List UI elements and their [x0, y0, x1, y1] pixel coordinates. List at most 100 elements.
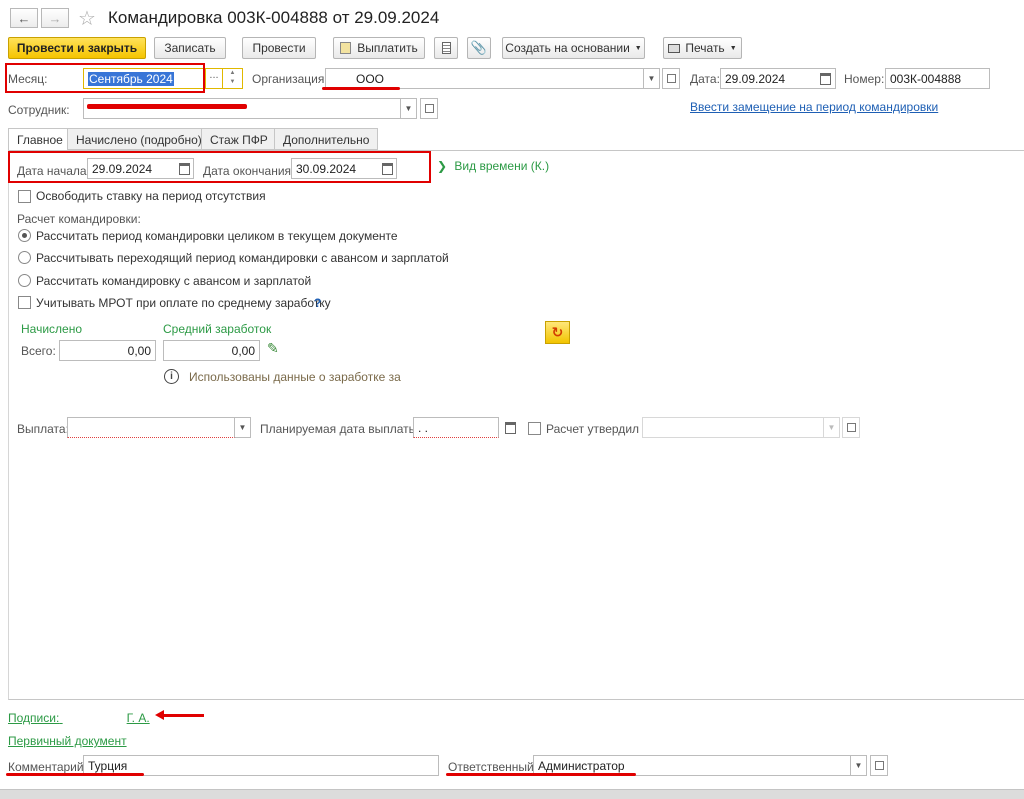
approved-by-open-button[interactable] [842, 417, 860, 438]
annotation-box-dates [8, 151, 431, 183]
employee-label: Сотрудник: [8, 103, 70, 117]
pay-button[interactable]: Выплатить [333, 37, 425, 59]
refresh-button[interactable]: ↻ [545, 321, 570, 344]
annotation-underline-org [322, 87, 400, 90]
calc-option-label: Рассчитывать переходящий период командир… [36, 251, 449, 265]
help-icon[interactable]: ? [314, 296, 321, 310]
calc-option-radio[interactable] [18, 251, 31, 264]
calc-option-radio[interactable] [18, 229, 31, 242]
time-type-label: Вид времени (К.) [454, 159, 550, 173]
employee-dropdown[interactable]: ▼ [401, 98, 417, 119]
annotation-box-month [5, 63, 205, 93]
stepper-down-icon: ▼ [229, 79, 236, 85]
chevron-down-icon: ▼ [827, 423, 836, 432]
attach-button[interactable]: 📎 [467, 37, 491, 59]
tab-pfr-experience[interactable]: Стаж ПФР [201, 128, 277, 150]
responsible-label: Ответственный: [448, 760, 538, 774]
post-and-close-button[interactable]: Провести и закрыть [8, 37, 146, 59]
month-select-button[interactable]: ... [206, 68, 223, 89]
organization-open-button[interactable] [662, 68, 680, 89]
time-type-link[interactable]: ❯ Вид времени (К.) [437, 159, 549, 173]
approved-checkbox[interactable] [528, 422, 541, 435]
mrot-label: Учитывать МРОТ при оплате по среднему за… [36, 296, 331, 310]
tab-main[interactable]: Главное [8, 128, 72, 151]
create-based-on-label: Создать на основании [505, 41, 630, 55]
chevron-down-icon: ▼ [854, 761, 863, 770]
payment-dropdown[interactable]: ▼ [235, 417, 251, 438]
accrued-title: Начислено [21, 322, 83, 336]
calc-option-label: Рассчитать период командировки целиком в… [36, 229, 398, 243]
average-earnings-title: Средний заработок [163, 322, 272, 336]
number-label: Номер: [844, 72, 885, 86]
responsible-dropdown[interactable]: ▼ [851, 755, 867, 776]
pay-icon [340, 42, 352, 54]
create-based-on-button[interactable]: Создать на основании ▼ [502, 37, 645, 59]
organization-label: Организация: [252, 72, 328, 86]
chevron-down-icon: ▼ [404, 104, 413, 113]
organization-field[interactable]: ООО [325, 68, 644, 89]
tab-accrued-detailed[interactable]: Начислено (подробно) [67, 128, 211, 150]
total-label: Всего: [21, 344, 56, 358]
print-button[interactable]: Печать ▼ [663, 37, 742, 59]
annotation-redact-employee [87, 104, 247, 109]
print-label: Печать [685, 41, 725, 55]
comment-label: Комментарий: [8, 760, 87, 774]
page-title: Командировка 003К-004888 от 29.09.2024 [108, 8, 440, 27]
annotation-underline-responsible [446, 773, 636, 776]
month-stepper[interactable]: ▲ ▼ [223, 68, 243, 89]
responsible-open-button[interactable] [870, 755, 888, 776]
calc-option-radio[interactable] [18, 274, 31, 287]
substitution-link[interactable]: Ввести замещение на период командировки [690, 100, 938, 114]
employee-open-button[interactable] [420, 98, 438, 119]
payment-label: Выплата: [17, 422, 69, 436]
payment-field[interactable] [67, 417, 235, 438]
arrow-left-icon: ← [17, 10, 31, 26]
signatures-label: Подписи: [8, 711, 60, 725]
list-button[interactable] [434, 37, 458, 59]
printer-icon [668, 43, 681, 53]
free-rate-checkbox[interactable] [18, 190, 31, 203]
forward-button[interactable]: → [41, 8, 69, 28]
approved-label: Расчет утвердил [546, 422, 640, 436]
annotation-arrow-line [160, 714, 204, 717]
pencil-icon[interactable]: ✎ [267, 340, 279, 357]
chevron-down-icon: ▼ [634, 44, 642, 52]
chevron-down-icon: ▼ [647, 74, 656, 83]
average-earnings-field[interactable]: 0,00 [163, 340, 260, 361]
favorite-star-icon[interactable]: ☆ [78, 6, 96, 31]
calendar-icon[interactable] [816, 69, 834, 88]
planned-date-label: Планируемая дата выплаты: [260, 422, 421, 436]
info-icon: i [164, 369, 179, 384]
calendar-icon[interactable] [501, 418, 519, 437]
arrow-right-icon: → [48, 10, 62, 26]
status-strip [0, 789, 1024, 799]
total-field[interactable]: 0,00 [59, 340, 156, 361]
refresh-icon: ↻ [551, 324, 564, 340]
free-rate-label: Освободить ставку на период отсутствия [36, 189, 266, 203]
signatures-link[interactable]: Подписи: Г. А. [8, 711, 150, 725]
mrot-checkbox[interactable] [18, 296, 31, 309]
document-list-icon [441, 42, 451, 54]
back-button[interactable]: ← [10, 8, 38, 28]
annotation-arrow-head [155, 710, 164, 720]
stepper-up-icon: ▲ [229, 70, 236, 76]
approved-by-dropdown[interactable]: ▼ [824, 417, 840, 438]
save-button[interactable]: Записать [154, 37, 226, 59]
pay-label: Выплатить [357, 41, 418, 55]
approved-by-field[interactable] [642, 417, 824, 438]
info-text: Использованы данные о заработке за [189, 370, 401, 384]
primary-document-link[interactable]: Первичный документ [8, 734, 127, 748]
calc-option-label: Рассчитать командировку с авансом и зарп… [36, 274, 312, 288]
organization-dropdown[interactable]: ▼ [644, 68, 660, 89]
chevron-down-icon: ▼ [729, 44, 737, 52]
annotation-underline-comment [6, 773, 144, 776]
calc-title: Расчет командировки: [17, 212, 141, 226]
chevron-right-icon: ❯ [437, 159, 448, 173]
tab-additional[interactable]: Дополнительно [274, 128, 379, 150]
planned-date-field[interactable]: . . [413, 417, 499, 438]
date-label: Дата: [690, 72, 720, 86]
number-field[interactable]: 003К-004888 [885, 68, 990, 89]
post-button[interactable]: Провести [242, 37, 316, 59]
paperclip-icon: 📎 [470, 40, 488, 55]
signatures-value: Г. А. [126, 711, 150, 725]
